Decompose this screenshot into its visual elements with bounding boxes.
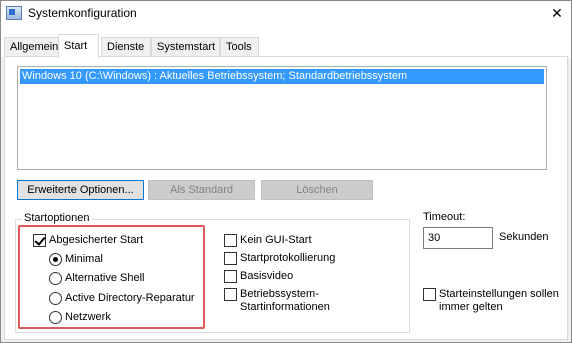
msconfig-app-icon [6, 6, 22, 20]
radio-icon[interactable] [49, 292, 62, 305]
tab-start[interactable]: Start [58, 34, 99, 58]
boot-log-label: Startprotokollierung [240, 252, 336, 264]
checkbox-icon[interactable] [423, 288, 436, 301]
checkbox-icon[interactable] [224, 288, 237, 301]
tab-tools[interactable]: Tools [220, 37, 259, 57]
permanent-line1: Starteinstellungen sollen [439, 288, 559, 300]
close-icon[interactable]: ✕ [549, 5, 565, 21]
checkbox-checked-icon[interactable] [33, 234, 46, 247]
radio-icon[interactable] [49, 272, 62, 285]
timeout-label: Timeout: [423, 211, 466, 223]
system-config-window: Systemkonfiguration ✕ Allgemein Start Di… [0, 0, 572, 343]
delete-button[interactable]: Löschen [261, 180, 373, 200]
advanced-options-button[interactable]: Erweiterte Optionen... [17, 180, 144, 200]
radio-netzwerk-label: Netzwerk [65, 311, 111, 323]
radio-alternative-shell-label: Alternative Shell [65, 272, 145, 284]
title-bar[interactable]: Systemkonfiguration ✕ [1, 1, 571, 27]
checkbox-icon[interactable] [224, 234, 237, 247]
radio-alternative-shell[interactable]: Alternative Shell [49, 272, 145, 285]
os-boot-info-checkbox[interactable]: Betriebssystem- Startinformationen [224, 288, 330, 314]
boot-entry-list[interactable]: Windows 10 (C:\Windows) : Aktuelles Betr… [17, 66, 547, 170]
checkbox-icon[interactable] [224, 270, 237, 283]
radio-icon[interactable] [49, 311, 62, 324]
radio-active-directory[interactable]: Active Directory-Reparatur [49, 292, 195, 305]
permanent-line2: immer gelten [439, 301, 503, 313]
os-boot-info-line2: Startinformationen [240, 301, 330, 313]
safe-boot-checkbox[interactable]: Abgesicherter Start [33, 234, 143, 247]
radio-selected-icon[interactable] [49, 253, 62, 266]
radio-netzwerk[interactable]: Netzwerk [49, 311, 111, 324]
boot-options-label: Startoptionen [22, 212, 92, 224]
tab-systemstart[interactable]: Systemstart [151, 37, 220, 57]
os-boot-info-label: Betriebssystem- Startinformationen [240, 288, 330, 314]
no-gui-checkbox[interactable]: Kein GUI-Start [224, 234, 312, 247]
radio-minimal-label: Minimal [65, 253, 103, 265]
radio-active-directory-label: Active Directory-Reparatur [65, 292, 195, 304]
permanent-settings-label: Starteinstellungen sollen immer gelten [439, 288, 559, 314]
checkbox-icon[interactable] [224, 252, 237, 265]
set-default-button[interactable]: Als Standard [148, 180, 255, 200]
boot-log-checkbox[interactable]: Startprotokollierung [224, 252, 335, 265]
base-video-checkbox[interactable]: Basisvideo [224, 270, 293, 283]
permanent-settings-checkbox[interactable]: Starteinstellungen sollen immer gelten [423, 288, 559, 314]
boot-entry-selected[interactable]: Windows 10 (C:\Windows) : Aktuelles Betr… [20, 69, 544, 84]
os-boot-info-line1: Betriebssystem- [240, 288, 319, 300]
start-tab-panel: Windows 10 (C:\Windows) : Aktuelles Betr… [4, 56, 568, 340]
tab-strip: Allgemein Start Dienste Systemstart Tool… [1, 27, 571, 58]
window-title: Systemkonfiguration [28, 6, 137, 20]
timeout-input[interactable] [423, 227, 493, 249]
timeout-unit: Sekunden [499, 231, 549, 243]
tab-allgemein[interactable]: Allgemein [4, 37, 59, 57]
no-gui-label: Kein GUI-Start [240, 234, 312, 246]
base-video-label: Basisvideo [240, 270, 294, 282]
tab-dienste[interactable]: Dienste [101, 37, 151, 57]
radio-minimal[interactable]: Minimal [49, 253, 103, 266]
safe-boot-label: Abgesicherter Start [49, 234, 144, 246]
